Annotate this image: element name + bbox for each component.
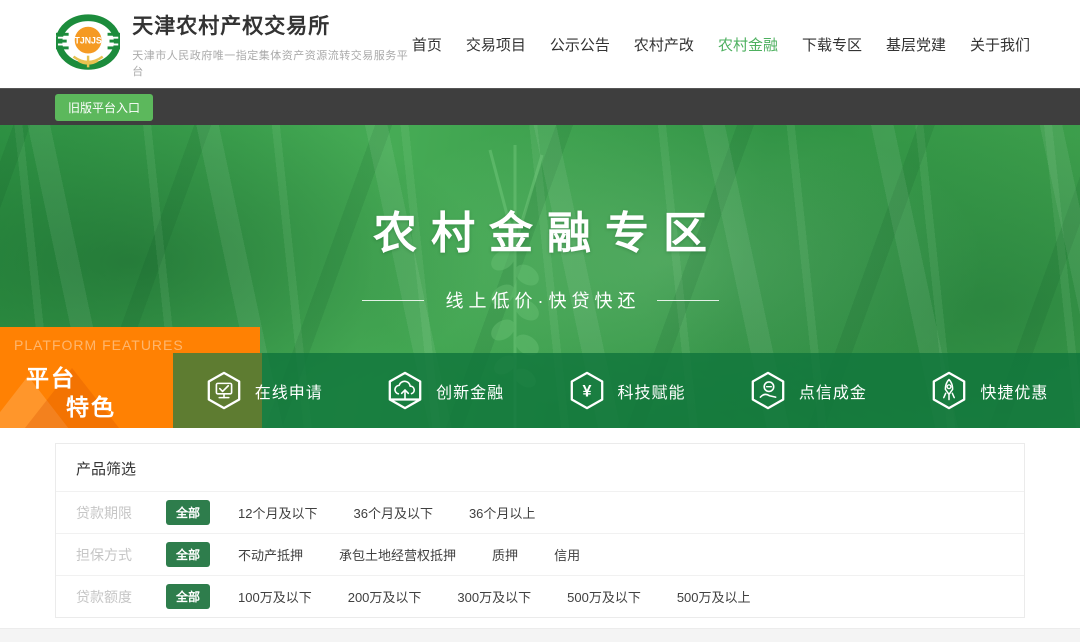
nav-item-rural-finance[interactable]: 农村金融 <box>718 34 778 55</box>
online-apply-icon <box>205 370 243 411</box>
topbar: 旧版平台入口 <box>0 88 1080 125</box>
tech-empowerment-icon: ¥ <box>568 370 606 411</box>
filter-row-guarantee-method: 担保方式 全部 不动产抵押 承包土地经营权抵押 质押 信用 <box>56 533 1024 575</box>
site-title: 天津农村产权交易所 <box>132 10 412 40</box>
nav-item-announcements[interactable]: 公示公告 <box>550 34 610 55</box>
filter-row-loan-term: 贷款期限 全部 12个月及以下 36个月及以下 36个月以上 <box>56 491 1024 533</box>
credit-to-gold-icon <box>749 370 787 411</box>
yen-glyph: ¥ <box>582 383 591 401</box>
footer-strip <box>0 628 1080 642</box>
filter-option[interactable]: 不动产抵押 <box>238 545 303 564</box>
main-nav: 首页 交易项目 公示公告 农村产改 农村金融 下载专区 基层党建 关于我们 <box>412 34 1030 55</box>
feature-label: 快捷优惠 <box>980 379 1048 403</box>
filter-option[interactable]: 承包土地经营权抵押 <box>339 545 456 564</box>
filter-row-label: 担保方式 <box>76 545 148 565</box>
innovative-finance-icon <box>386 370 424 411</box>
nav-item-home[interactable]: 首页 <box>412 34 442 55</box>
filter-row-label: 贷款额度 <box>76 587 148 607</box>
filter-option[interactable]: 信用 <box>554 545 580 564</box>
filter-option[interactable]: 36个月以上 <box>469 503 535 522</box>
nav-item-about-us[interactable]: 关于我们 <box>970 34 1030 55</box>
hero-subtitle-row: 线上低价·快贷快还 <box>0 287 1080 313</box>
filter-all-button[interactable]: 全部 <box>166 500 210 525</box>
brand-text: 天津农村产权交易所 天津市人民政府唯一指定集体资产资源流转交易服务平台 <box>132 10 412 79</box>
filter-card-title: 产品筛选 <box>56 444 1024 491</box>
old-platform-entry-button[interactable]: 旧版平台入口 <box>55 94 153 121</box>
feature-quick-discount[interactable]: 快捷优惠 <box>899 353 1080 428</box>
filter-all-button[interactable]: 全部 <box>166 542 210 567</box>
tjnjs-logo-icon: TJNJS <box>56 14 120 74</box>
nav-item-trade-projects[interactable]: 交易项目 <box>466 34 526 55</box>
filter-option[interactable]: 12个月及以下 <box>238 503 317 522</box>
nav-item-download-zone[interactable]: 下载专区 <box>802 34 862 55</box>
logo-abbr: TJNJS <box>74 36 101 46</box>
filter-option[interactable]: 100万及以下 <box>238 587 312 606</box>
nav-item-party-building[interactable]: 基层党建 <box>886 34 946 55</box>
page: TJNJS 天津农村产权交易所 天津市人民政府唯一指定集体资产资源流转交易服务平… <box>0 0 1080 642</box>
filter-option[interactable]: 200万及以下 <box>348 587 422 606</box>
filter-option[interactable]: 500万及以下 <box>567 587 641 606</box>
features-nav: 在线申请 创新金融 ¥ 科技赋能 <box>173 353 1080 428</box>
filter-option[interactable]: 质押 <box>492 545 518 564</box>
feature-online-apply[interactable]: 在线申请 <box>173 353 354 428</box>
brand[interactable]: TJNJS 天津农村产权交易所 天津市人民政府唯一指定集体资产资源流转交易服务平… <box>56 10 412 79</box>
filter-option[interactable]: 300万及以下 <box>457 587 531 606</box>
filter-row-loan-amount: 贷款额度 全部 100万及以下 200万及以下 300万及以下 500万及以下 … <box>56 575 1024 617</box>
hero-title: 农村金融专区 <box>0 125 1080 261</box>
feature-tech-empowerment[interactable]: ¥ 科技赋能 <box>536 353 717 428</box>
features-title-line2: 特色 <box>66 388 116 422</box>
subtitle-left-rule <box>362 300 424 301</box>
feature-label: 在线申请 <box>255 379 323 403</box>
site-header: TJNJS 天津农村产权交易所 天津市人民政府唯一指定集体资产资源流转交易服务平… <box>0 0 1080 88</box>
platform-features-eyebrow: PLATFORM FEATURES <box>14 337 184 353</box>
quick-discount-icon <box>930 370 968 411</box>
filter-row-label: 贷款期限 <box>76 503 148 523</box>
filter-option[interactable]: 36个月及以下 <box>353 503 432 522</box>
feature-credit-to-gold[interactable]: 点信成金 <box>717 353 898 428</box>
feature-label: 创新金融 <box>436 379 504 403</box>
site-subtitle: 天津市人民政府唯一指定集体资产资源流转交易服务平台 <box>132 47 412 79</box>
subtitle-right-rule <box>657 300 719 301</box>
filter-option[interactable]: 500万及以上 <box>677 587 751 606</box>
feature-label: 科技赋能 <box>618 379 686 403</box>
product-filter-card: 产品筛选 贷款期限 全部 12个月及以下 36个月及以下 36个月以上 担保方式… <box>55 443 1025 618</box>
feature-innovative-finance[interactable]: 创新金融 <box>354 353 535 428</box>
hero-banner: 农村金融专区 线上低价·快贷快还 PLATFORM FEATURES 平台 特色 <box>0 125 1080 428</box>
filter-all-button[interactable]: 全部 <box>166 584 210 609</box>
hero-subtitle: 线上低价·快贷快还 <box>446 287 641 313</box>
feature-label: 点信成金 <box>799 379 867 403</box>
nav-item-rural-reform[interactable]: 农村产改 <box>634 34 694 55</box>
